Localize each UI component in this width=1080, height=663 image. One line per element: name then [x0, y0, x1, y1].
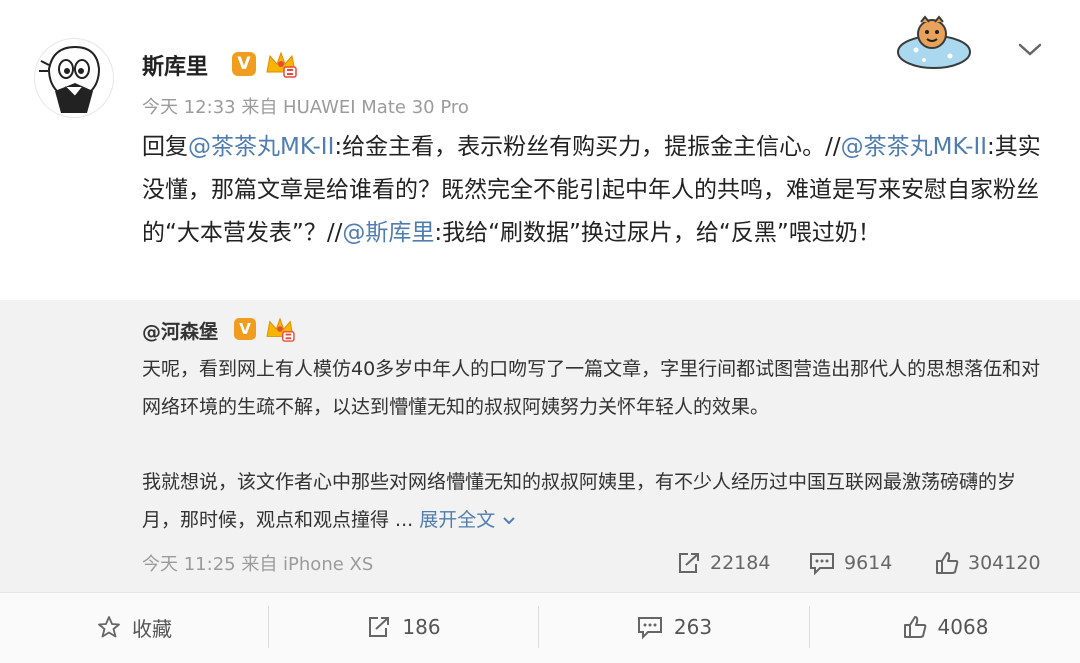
- mention-link[interactable]: @斯库里: [342, 220, 434, 246]
- quoted-post-meta: 今天 11:25 来自 iPhone XS: [142, 554, 374, 575]
- comment-count: 263: [673, 615, 713, 639]
- quoted-like-stat[interactable]: 304120: [934, 548, 1041, 578]
- like-button[interactable]: 4068: [810, 605, 1080, 649]
- comment-count: 9614: [844, 552, 893, 574]
- member-crown-icon: [264, 50, 298, 78]
- quoted-author-name[interactable]: @河森堡: [142, 317, 218, 344]
- mention-link[interactable]: @茶茶丸MK-II: [188, 134, 334, 160]
- repost-icon: [369, 617, 390, 637]
- quoted-paragraph-text: 我就想说，该文作者心中那些对网络懵懂无知的叔叔阿姨里，有不少人经历过中国互联网最…: [142, 471, 1017, 531]
- avatar-cartoon-icon: [36, 40, 112, 116]
- like-count: 4068: [937, 615, 989, 639]
- repost-icon: [679, 553, 699, 573]
- chevron-down-icon[interactable]: [1016, 38, 1044, 60]
- quoted-paragraph: 我就想说，该文作者心中那些对网络懵懂无知的叔叔阿姨里，有不少人经历过中国互联网最…: [142, 463, 1047, 539]
- comment-icon: [637, 617, 662, 640]
- quoted-comment-stat[interactable]: 9614: [808, 548, 892, 578]
- reply-text: 回复@茶茶丸MK-II:给金主看，表示粉丝有购买力，提振金主信心。//@茶茶丸M…: [142, 126, 1047, 255]
- verified-badge-icon: V: [234, 318, 256, 340]
- like-count: 304120: [968, 552, 1041, 574]
- reply-segment: :给金主看，表示粉丝有购买力，提振金主信心。//: [334, 134, 841, 160]
- repost-count: 186: [402, 615, 441, 639]
- author-avatar[interactable]: [34, 38, 114, 118]
- repost-button[interactable]: 186: [269, 605, 538, 649]
- chevron-down-icon: [503, 517, 515, 525]
- comment-icon: [810, 553, 834, 576]
- expand-label: 展开全文: [419, 509, 496, 531]
- verified-badge-icon: V: [232, 52, 256, 76]
- reply-segment: :我给“刷数据”换过尿片，给“反黑”喂过奶！: [434, 220, 881, 246]
- decoration-sticker-icon: [894, 12, 974, 72]
- quoted-post-text: 天呢，看到网上有人模仿40多岁中年人的口吻写了一篇文章，字里行间都试图营造出那代…: [142, 350, 1047, 539]
- repost-count: 22184: [710, 552, 771, 574]
- author-name[interactable]: 斯库里: [142, 49, 208, 81]
- member-crown-icon: [264, 316, 296, 342]
- mention-link[interactable]: @茶茶丸MK-II: [841, 134, 987, 160]
- reply-segment: 回复: [142, 134, 188, 160]
- comment-button[interactable]: 263: [539, 605, 809, 649]
- favorite-button[interactable]: 收藏: [0, 605, 268, 649]
- favorite-label: 收藏: [132, 616, 172, 641]
- quoted-paragraph: 天呢，看到网上有人模仿40多岁中年人的口吻写了一篇文章，字里行间都试图营造出那代…: [142, 358, 1041, 418]
- thumbs-up-icon: [903, 616, 926, 638]
- expand-full-text-link[interactable]: 展开全文: [419, 509, 517, 531]
- quoted-repost-stat[interactable]: 22184: [676, 548, 770, 578]
- star-icon: [98, 616, 120, 638]
- thumbs-up-icon: [936, 552, 959, 574]
- post-meta: 今天 12:33 来自 HUAWEI Mate 30 Pro: [142, 97, 469, 118]
